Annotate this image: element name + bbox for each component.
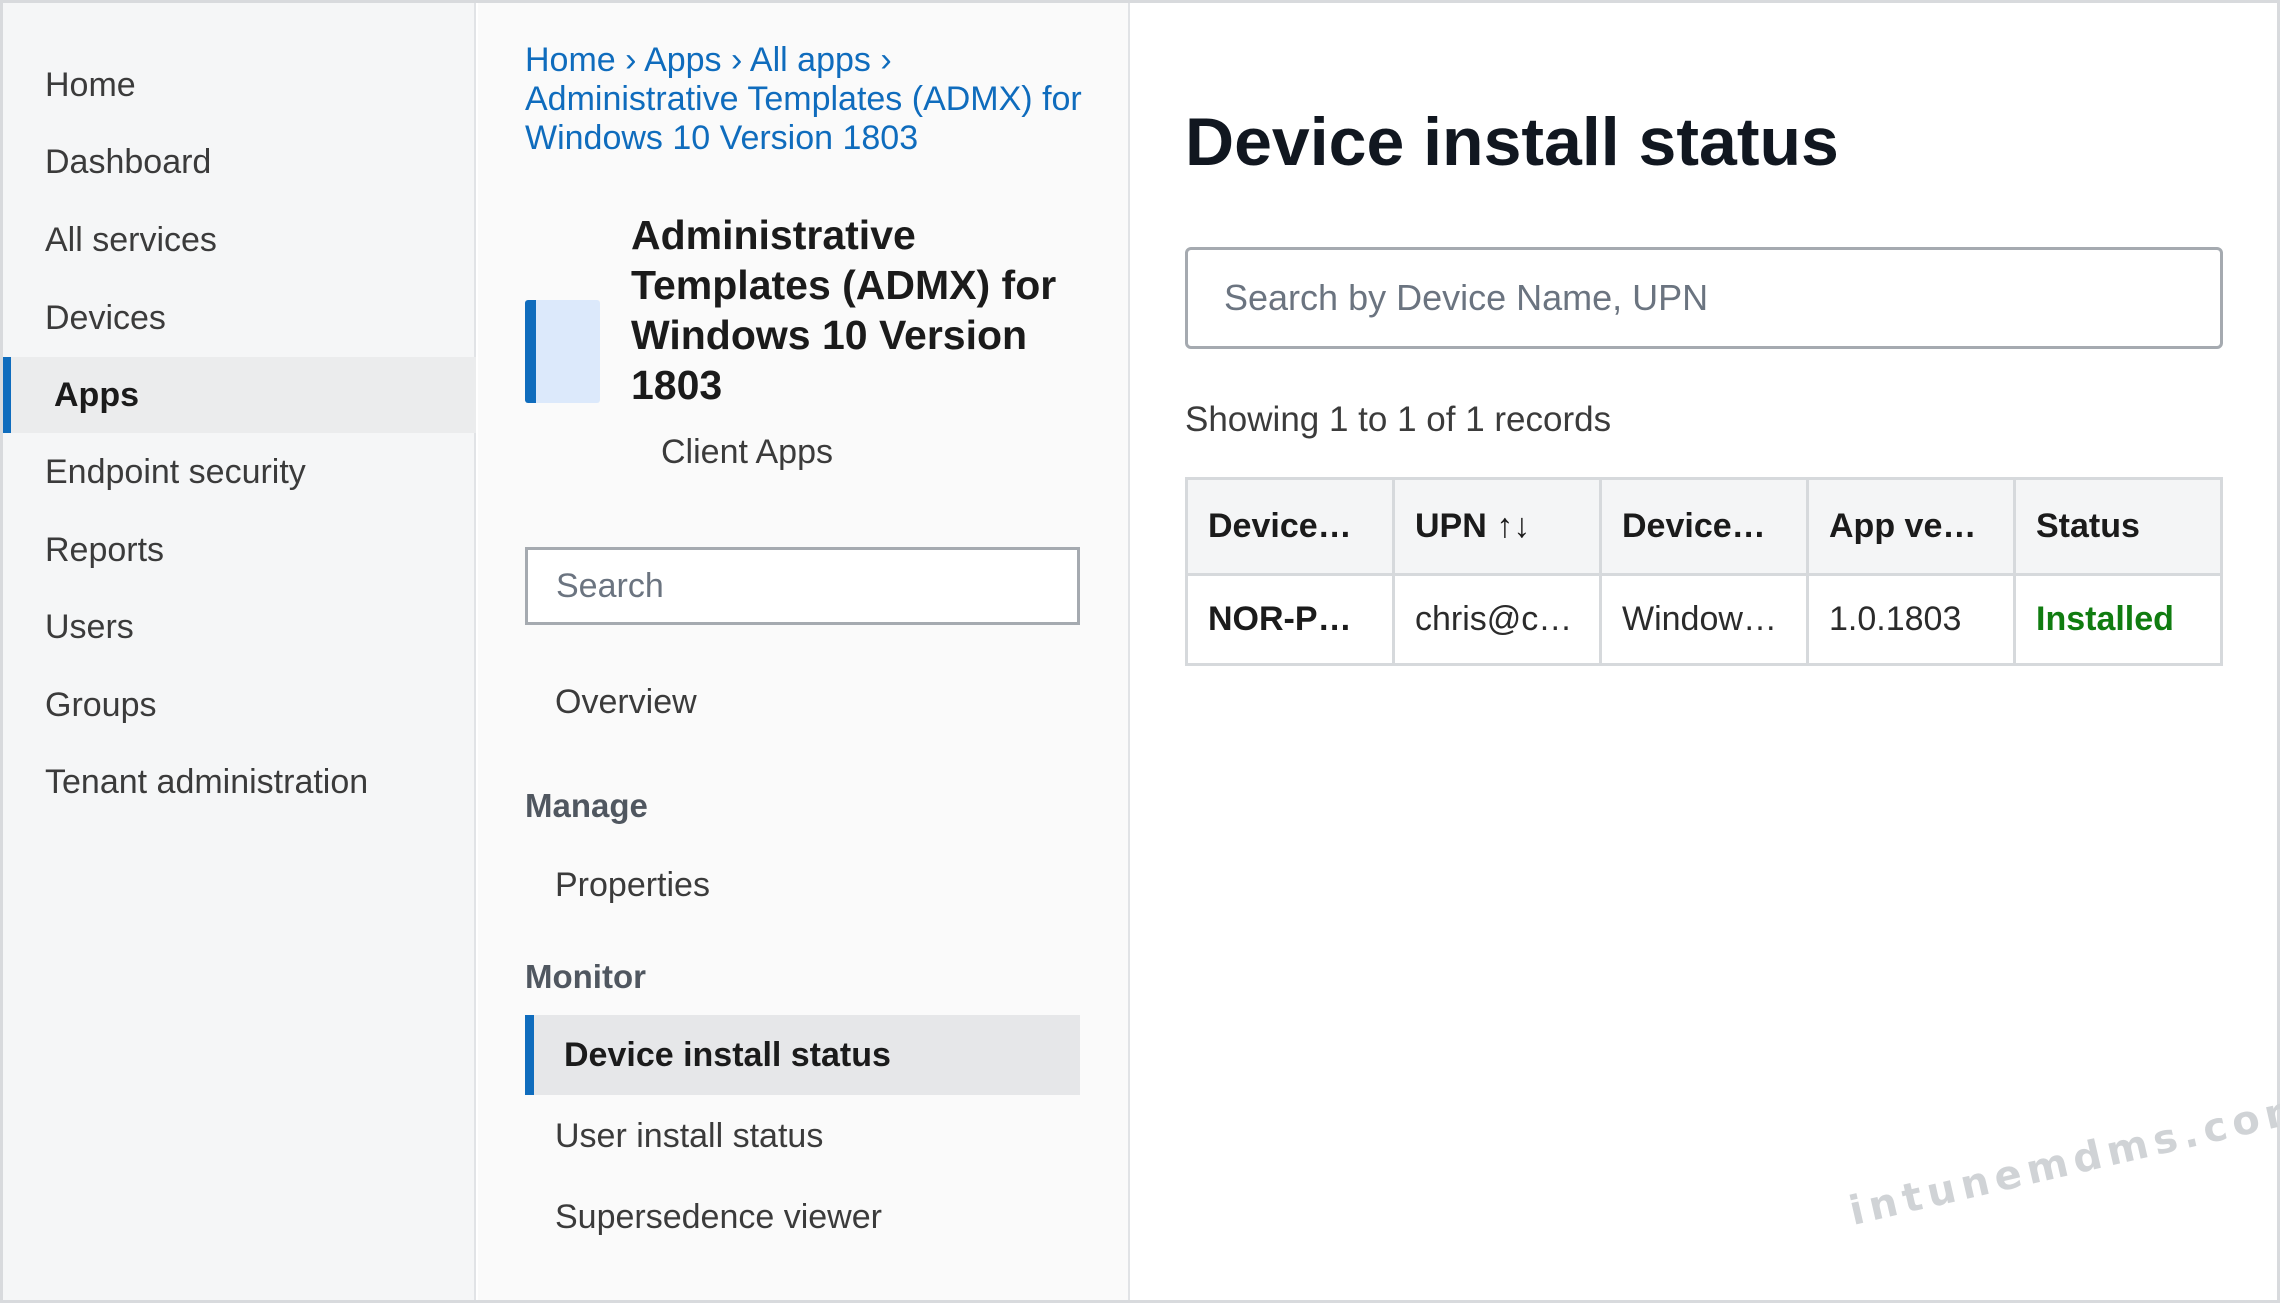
breadcrumb-home[interactable]: Home	[525, 41, 616, 79]
breadcrumb: Home › Apps › All apps › Administrative …	[525, 41, 1085, 158]
column-header-upn[interactable]: UPN ↑↓	[1392, 477, 1602, 576]
section-header-monitor: Monitor	[525, 958, 646, 995]
menu-item-supersedence-viewer[interactable]: Supersedence viewer	[525, 1177, 1080, 1257]
device-search-input[interactable]	[1185, 247, 2223, 349]
menu-item-user-install-status[interactable]: User install status	[525, 1096, 1080, 1176]
breadcrumb-separator: ›	[731, 41, 743, 79]
nav-item-tenant-administration[interactable]: Tenant administration	[3, 744, 476, 820]
nav-item-reports[interactable]: Reports	[3, 512, 476, 588]
cell-device-name[interactable]: NOR-PC…	[1185, 573, 1395, 666]
nav-item-users[interactable]: Users	[3, 589, 476, 665]
cell-status: Installed	[2013, 573, 2223, 666]
nav-item-all-services[interactable]: All services	[3, 202, 476, 278]
menu-item-device-install-status[interactable]: Device install status	[525, 1015, 1080, 1095]
records-count: Showing 1 to 1 of 1 records	[1185, 400, 1612, 439]
breadcrumb-all-apps[interactable]: All apps	[750, 41, 871, 79]
main-content: Device install status Showing 1 to 1 of …	[1131, 3, 2277, 1300]
table-row[interactable]: NOR-PC… chris@c… Windows… 1.0.1803 Insta…	[1185, 573, 2223, 666]
section-header-manage: Manage	[525, 787, 648, 824]
nav-item-apps[interactable]: Apps	[3, 357, 476, 433]
breadcrumb-separator: ›	[880, 41, 892, 79]
blade-search-input[interactable]	[525, 547, 1080, 625]
breadcrumb-separator: ›	[625, 41, 637, 79]
app-blade: Home › Apps › All apps › Administrative …	[478, 3, 1130, 1300]
device-status-table: Device… UPN ↑↓ Device… App ve… Status NO…	[1185, 477, 2223, 666]
cell-app-version: 1.0.1803	[1806, 573, 2016, 666]
breadcrumb-current-app[interactable]: Administrative Templates (ADMX) for Wind…	[525, 80, 1082, 157]
page-title: Device install status	[1185, 104, 1839, 180]
app-subtitle: Client Apps	[661, 433, 833, 471]
menu-item-overview[interactable]: Overview	[525, 662, 1080, 742]
column-header-device-os[interactable]: Device…	[1599, 477, 1809, 576]
nav-item-endpoint-security[interactable]: Endpoint security	[3, 434, 476, 510]
app-title: Administrative Templates (ADMX) for Wind…	[631, 212, 1057, 408]
column-header-device-name[interactable]: Device…	[1185, 477, 1395, 576]
nav-item-groups[interactable]: Groups	[3, 667, 476, 743]
cell-upn: chris@c…	[1392, 573, 1602, 666]
column-header-app-version[interactable]: App ve…	[1806, 477, 2016, 576]
nav-item-home[interactable]: Home	[3, 47, 476, 123]
breadcrumb-apps[interactable]: Apps	[644, 41, 722, 79]
table-header-row: Device… UPN ↑↓ Device… App ve… Status	[1185, 477, 2223, 576]
column-header-status[interactable]: Status	[2013, 477, 2223, 576]
left-navigation: Home Dashboard All services Devices Apps…	[3, 3, 476, 1300]
nav-item-devices[interactable]: Devices	[3, 280, 476, 356]
menu-item-properties[interactable]: Properties	[525, 845, 1080, 925]
app-tile-icon	[525, 300, 600, 403]
nav-item-dashboard[interactable]: Dashboard	[3, 124, 476, 200]
cell-device-os: Windows…	[1599, 573, 1809, 666]
